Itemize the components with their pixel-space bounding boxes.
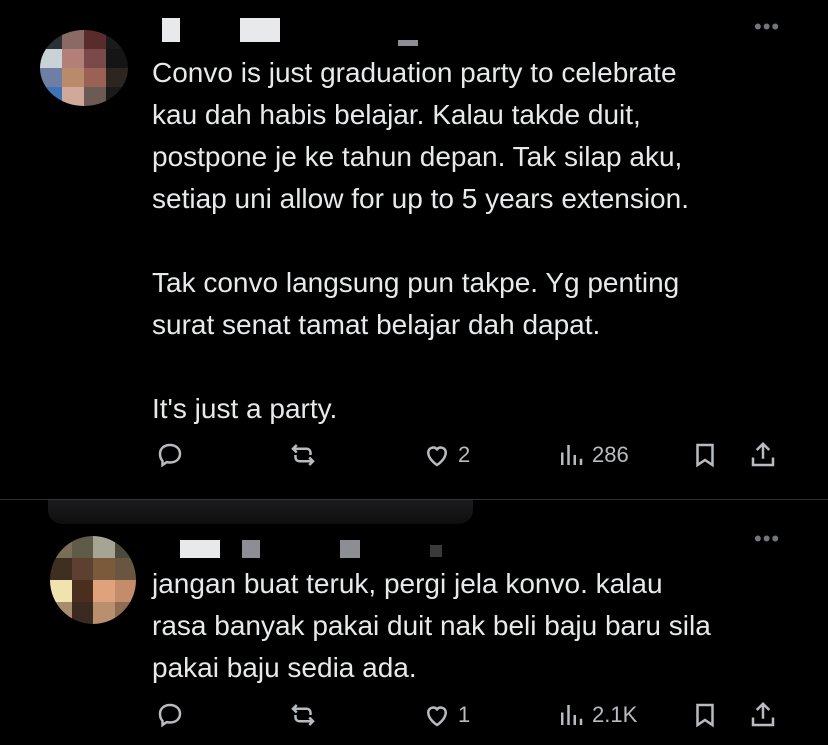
share-button[interactable] (748, 700, 778, 730)
avatar[interactable] (50, 536, 136, 624)
tweet[interactable]: ••• jangan buat teruk, pergi jela konvo.… (0, 0, 828, 728)
thread-connector (48, 500, 473, 524)
heart-icon (426, 446, 448, 467)
avatar-pixel (93, 602, 115, 624)
share-button[interactable] (748, 440, 778, 470)
avatar-pixel (71, 536, 93, 558)
avatar-pixel (50, 580, 72, 602)
avatar-pixel (93, 580, 115, 602)
avatar-pixel (93, 536, 115, 558)
avatar-pixel (93, 558, 115, 580)
reply-button[interactable] (155, 440, 191, 470)
reply-icon (158, 443, 182, 468)
retweet-button[interactable] (288, 700, 324, 730)
avatar-pixel (50, 558, 72, 580)
reply-icon (158, 703, 182, 728)
heart-icon (426, 706, 448, 727)
avatar-pixel (71, 602, 93, 624)
like-button[interactable]: 1 (422, 700, 470, 730)
avatar-pixel (50, 602, 72, 624)
tweet-text: jangan buat teruk, pergi jela konvo. kal… (152, 568, 711, 683)
views-button[interactable]: 2.1K (556, 700, 637, 730)
avatar-pixel (50, 536, 72, 558)
view-count: 2.1K (592, 702, 638, 727)
like-button[interactable]: 2 (422, 440, 470, 470)
retweet-icon (291, 704, 315, 726)
share-icon (751, 701, 775, 727)
badge-redacted (242, 540, 260, 558)
retweet-icon (291, 444, 315, 466)
more-options-icon[interactable]: ••• (754, 526, 780, 552)
like-count: 2 (458, 442, 471, 467)
reply-button[interactable] (155, 700, 191, 730)
avatar-pixel (114, 602, 136, 624)
share-icon (751, 441, 775, 467)
avatar-pixel (114, 536, 136, 558)
username-redacted[interactable] (180, 540, 220, 558)
avatar-pixel (114, 558, 136, 580)
analytics-icon (561, 445, 583, 465)
avatar-pixel (114, 580, 136, 602)
views-button[interactable]: 286 (556, 440, 629, 470)
tweet-actions: 2 286 (0, 440, 828, 476)
handle-redacted[interactable] (340, 540, 360, 558)
view-count: 286 (592, 442, 629, 467)
timestamp-redacted (430, 545, 442, 557)
avatar-pixel (71, 558, 93, 580)
avatar-pixel (71, 580, 93, 602)
bookmark-button[interactable] (690, 700, 720, 730)
tweet-actions: 1 2.1K (0, 700, 828, 736)
like-count: 1 (458, 702, 471, 727)
retweet-button[interactable] (288, 440, 324, 470)
analytics-icon (561, 705, 583, 725)
bookmark-icon (696, 443, 714, 468)
bookmark-icon (696, 703, 714, 728)
bookmark-button[interactable] (690, 440, 720, 470)
